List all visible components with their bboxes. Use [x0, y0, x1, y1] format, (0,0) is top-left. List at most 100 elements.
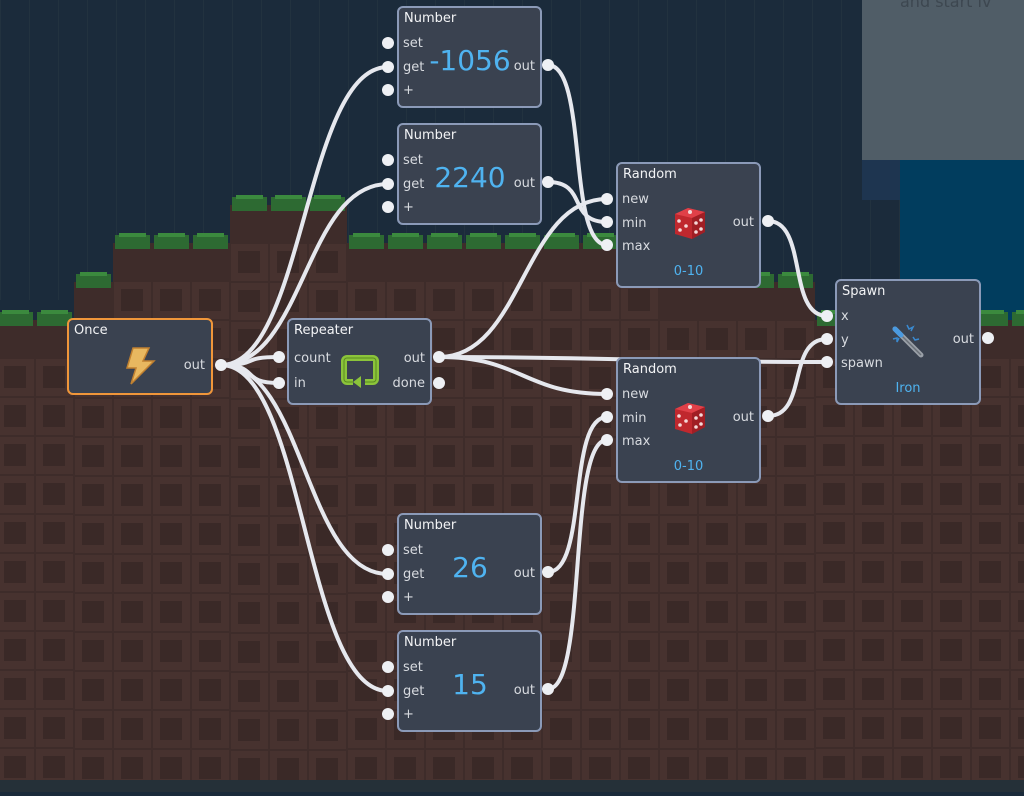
dirt-tile-inner — [589, 640, 611, 662]
dirt-tile-inner — [745, 523, 767, 545]
once-node[interactable]: Once out — [67, 318, 213, 395]
number3-out-port[interactable] — [542, 566, 554, 578]
random-node-2[interactable]: Random new min max out 0-10 — [616, 357, 761, 483]
dirt-tile-inner — [472, 484, 494, 506]
dirt-tile-inner — [433, 289, 455, 311]
dirt-tile-inner — [862, 444, 884, 466]
number-value[interactable]: 2240 — [429, 161, 511, 194]
repeater-node[interactable]: Repeater count in out done — [287, 318, 432, 405]
port-label-out: out — [952, 332, 974, 347]
number-node-3[interactable]: Number set get + 26 out — [397, 513, 542, 615]
dirt-tile-inner — [472, 367, 494, 389]
node-title: Spawn — [842, 284, 886, 299]
random-range[interactable]: 0-10 — [618, 264, 759, 279]
number2-out-port[interactable] — [542, 176, 554, 188]
number3-get-port[interactable] — [382, 568, 394, 580]
number-node-2[interactable]: Number set get + 2240 out — [397, 123, 542, 225]
dirt-tile-inner — [277, 485, 299, 507]
dirt-tile-inner — [4, 522, 26, 544]
grass-highlight — [236, 195, 263, 199]
number4-plus-port[interactable] — [382, 708, 394, 720]
dirt-tile-inner — [277, 446, 299, 468]
number1-out-port[interactable] — [542, 59, 554, 71]
dirt-tile-inner — [901, 522, 923, 544]
number2-get-port[interactable] — [382, 178, 394, 190]
spawn-out-port[interactable] — [982, 332, 994, 344]
level-hint-text: and start lv — [900, 0, 992, 11]
spawn-item[interactable]: Iron — [837, 381, 979, 396]
number1-set-port[interactable] — [382, 37, 394, 49]
dirt-tile-inner — [4, 405, 26, 427]
grass-tuft — [0, 312, 33, 326]
random2-min-port[interactable] — [601, 411, 613, 423]
port-label-get: get — [403, 60, 425, 75]
dirt-tile-inner — [433, 328, 455, 350]
grass-tuft — [232, 197, 267, 211]
dirt-tile-inner — [394, 484, 416, 506]
ground-bottom — [0, 780, 1024, 792]
number2-set-port[interactable] — [382, 154, 394, 166]
number2-plus-port[interactable] — [382, 201, 394, 213]
random2-new-port[interactable] — [601, 388, 613, 400]
dirt-tile-inner — [550, 640, 572, 662]
number-value[interactable]: 26 — [429, 551, 511, 584]
repeater-out-port[interactable] — [433, 351, 445, 363]
dirt-tile-inner — [199, 601, 221, 623]
number4-get-port[interactable] — [382, 685, 394, 697]
number4-set-port[interactable] — [382, 661, 394, 673]
dirt-tile-inner — [784, 328, 806, 350]
sky-grid-line — [29, 0, 30, 300]
spawn-spawn-port[interactable] — [821, 356, 833, 368]
random1-out-port[interactable] — [762, 215, 774, 227]
port-label-new: new — [622, 387, 649, 402]
random2-max-port[interactable] — [601, 434, 613, 446]
number3-set-port[interactable] — [382, 544, 394, 556]
spawn-y-port[interactable] — [821, 333, 833, 345]
random-node-1[interactable]: Random new min max out 0-10 — [616, 162, 761, 288]
random-range[interactable]: 0-10 — [618, 459, 759, 474]
node-title: Random — [623, 362, 677, 377]
repeater-in-port[interactable] — [273, 377, 285, 389]
dirt-tile-inner — [862, 639, 884, 661]
dirt-tile-inner — [589, 718, 611, 740]
port-label-get: get — [403, 684, 425, 699]
random1-max-port[interactable] — [601, 239, 613, 251]
spawn-x-port[interactable] — [821, 310, 833, 322]
dirt-tile-inner — [784, 640, 806, 662]
once-out-port[interactable] — [215, 359, 227, 371]
dirt-tile-inner — [433, 757, 455, 779]
repeater-done-port[interactable] — [433, 377, 445, 389]
spawn-node[interactable]: Spawn x y spawn out Iron — [835, 279, 981, 405]
random1-min-port[interactable] — [601, 216, 613, 228]
dirt-tile-inner — [628, 757, 650, 779]
number-node-4[interactable]: Number set get + 15 out — [397, 630, 542, 732]
port-label-plus: + — [403, 200, 414, 215]
dirt-tile-inner — [940, 405, 962, 427]
overlay-panel — [862, 0, 1024, 160]
dirt-tile-inner — [238, 329, 260, 351]
number3-plus-port[interactable] — [382, 591, 394, 603]
dirt-tile-inner — [355, 289, 377, 311]
lightning-bolt-icon — [125, 347, 156, 385]
port-label-min: min — [622, 411, 647, 426]
number1-get-port[interactable] — [382, 61, 394, 73]
number1-plus-port[interactable] — [382, 84, 394, 96]
dirt-tile-inner — [160, 757, 182, 779]
grass-highlight — [509, 233, 536, 237]
port-label-out: out — [183, 358, 205, 373]
dirt-tile-inner — [706, 640, 728, 662]
repeater-count-port[interactable] — [273, 351, 285, 363]
number-value[interactable]: 15 — [429, 668, 511, 701]
random2-out-port[interactable] — [762, 410, 774, 422]
random1-new-port[interactable] — [601, 193, 613, 205]
dirt-tile-inner — [745, 562, 767, 584]
dirt-tile-inner — [784, 523, 806, 545]
number-value[interactable]: -1056 — [429, 44, 511, 77]
dirt-tile-inner — [550, 445, 572, 467]
dirt-tile-inner — [589, 679, 611, 701]
number-node-1[interactable]: Number set get + -1056 out — [397, 6, 542, 108]
dirt-tile-inner — [238, 524, 260, 546]
number4-out-port[interactable] — [542, 683, 554, 695]
sky-grid-line — [0, 0, 1, 300]
dirt-tile-inner — [121, 523, 143, 545]
